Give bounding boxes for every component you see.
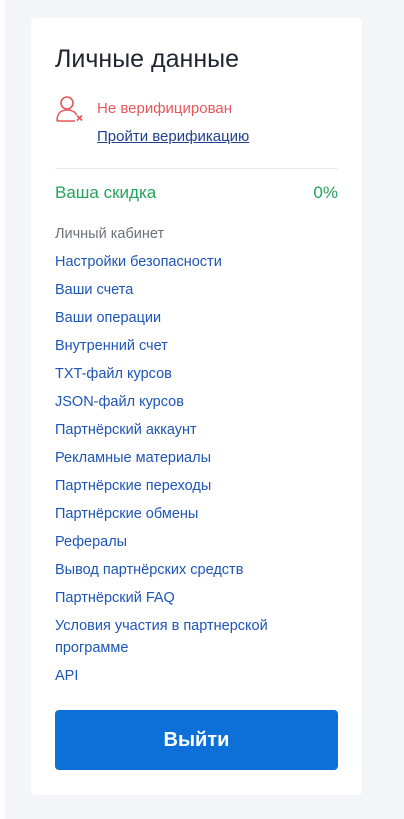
menu-item-api[interactable]: API	[55, 665, 338, 687]
verification-block: Не верифицирован Пройти верификацию	[55, 94, 338, 150]
menu-item-partner-exchanges[interactable]: Партнёрские обмены	[55, 503, 338, 525]
menu-item-referrals[interactable]: Рефералы	[55, 531, 338, 553]
verification-status: Не верифицирован	[97, 100, 233, 117]
menu-item-partner-account[interactable]: Партнёрский аккаунт	[55, 419, 338, 441]
menu-item-personal-cabinet: Личный кабинет	[55, 226, 165, 242]
menu-item-promo-materials[interactable]: Рекламные материалы	[55, 447, 338, 469]
page-title: Личные данные	[55, 45, 239, 73]
divider	[55, 168, 338, 169]
discount-row: Ваша скидка 0%	[55, 183, 338, 203]
left-panel-edge	[0, 0, 5, 819]
account-menu: Личный кабинет Настройки безопасности Ва…	[55, 223, 338, 687]
menu-item-json-rates[interactable]: JSON-файл курсов	[55, 391, 338, 413]
menu-item-operations[interactable]: Ваши операции	[55, 307, 338, 329]
verification-link[interactable]: Пройти верификацию	[97, 128, 249, 145]
profile-card: Личные данные Не верифицирован Пройти ве…	[31, 18, 362, 795]
menu-item-internal-account[interactable]: Внутренний счет	[55, 335, 338, 357]
logout-button[interactable]: Выйти	[55, 710, 338, 770]
menu-item-txt-rates[interactable]: TXT-файл курсов	[55, 363, 338, 385]
menu-item-partner-faq[interactable]: Партнёрский FAQ	[55, 587, 338, 609]
menu-item-accounts[interactable]: Ваши счета	[55, 279, 338, 301]
user-x-icon	[55, 94, 85, 124]
menu-item-partner-withdrawal[interactable]: Вывод партнёрских средств	[55, 559, 338, 581]
menu-item-partner-visits[interactable]: Партнёрские переходы	[55, 475, 338, 497]
menu-item-security-settings[interactable]: Настройки безопасности	[55, 251, 338, 273]
discount-value: 0%	[313, 183, 338, 202]
discount-label: Ваша скидка	[55, 183, 157, 202]
menu-item-partner-terms[interactable]: Условия участия в партнерской программе	[55, 615, 338, 659]
